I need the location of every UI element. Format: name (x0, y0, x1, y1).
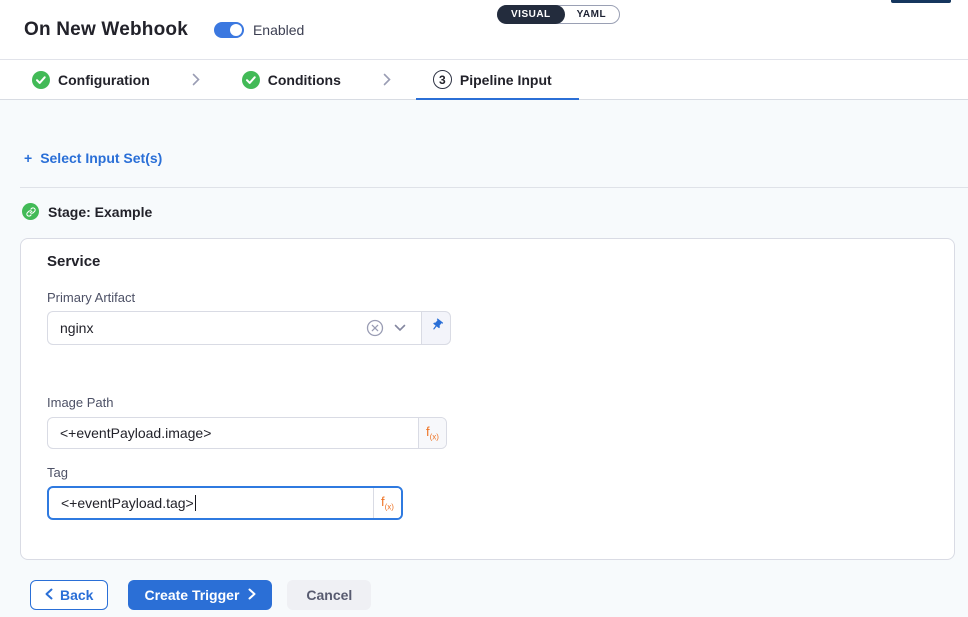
pin-button[interactable] (421, 311, 451, 345)
visual-yaml-toggle: VISUAL YAML (497, 5, 620, 24)
clear-selection-icon[interactable] (361, 319, 389, 337)
yaml-tab[interactable]: YAML (564, 5, 619, 24)
pipeline-input-card: Service Primary Artifact nginx Image Pat… (20, 238, 955, 560)
step-label: Pipeline Input (460, 72, 552, 88)
footer-actions: Back Create Trigger Cancel (30, 580, 371, 610)
image-path-value: <+eventPayload.image> (60, 425, 211, 441)
expression-fx-button[interactable]: f(x) (373, 488, 401, 518)
tag-label: Tag (47, 465, 928, 480)
text-caret (195, 495, 197, 511)
tag-value: <+eventPayload.tag> (61, 495, 194, 511)
section-divider (20, 187, 968, 188)
top-right-button-fragment[interactable] (891, 0, 951, 3)
wizard-tabbar: Configuration Conditions 3 Pipeline Inpu… (0, 59, 968, 100)
check-circle-icon (242, 71, 260, 89)
stage-label: Stage: Example (48, 204, 152, 220)
select-input-sets-link[interactable]: + Select Input Set(s) (24, 150, 162, 166)
create-trigger-button[interactable]: Create Trigger (128, 580, 272, 610)
header: On New Webhook Enabled (0, 0, 968, 59)
step-configuration[interactable]: Configuration (32, 60, 150, 100)
primary-artifact-label: Primary Artifact (47, 290, 928, 305)
chevron-right-icon (248, 587, 256, 603)
image-path-field: <+eventPayload.image> f(x) (47, 417, 447, 449)
pin-icon (429, 318, 444, 338)
cd-stage-icon (22, 203, 39, 220)
cancel-button[interactable]: Cancel (287, 580, 371, 610)
chevron-right-icon (192, 73, 200, 86)
expression-fx-button[interactable]: f(x) (418, 418, 446, 448)
step-conditions[interactable]: Conditions (242, 60, 341, 100)
step-label: Configuration (58, 72, 150, 88)
plus-icon: + (24, 150, 32, 166)
service-section-title: Service (47, 253, 928, 270)
primary-artifact-field: nginx (47, 311, 451, 345)
enabled-toggle[interactable] (214, 22, 244, 38)
stage-header: Stage: Example (22, 203, 152, 220)
visual-tab[interactable]: VISUAL (497, 5, 565, 24)
select-input-sets-label: Select Input Set(s) (40, 150, 162, 166)
page-title: On New Webhook (24, 19, 188, 41)
tag-input[interactable]: <+eventPayload.tag> (49, 488, 373, 518)
chevron-down-icon[interactable] (389, 324, 411, 332)
toggle-label: Enabled (253, 22, 304, 38)
step-label: Conditions (268, 72, 341, 88)
step-number: 3 (433, 70, 452, 89)
primary-artifact-dropdown[interactable]: nginx (47, 311, 421, 345)
check-circle-icon (32, 71, 50, 89)
create-trigger-label: Create Trigger (144, 587, 239, 603)
main-content: + Select Input Set(s) Stage: Example Ser… (0, 100, 968, 617)
image-path-input[interactable]: <+eventPayload.image> (48, 418, 418, 448)
fx-icon: f(x) (426, 425, 439, 442)
chevron-right-icon (383, 73, 391, 86)
step-pipeline-input[interactable]: 3 Pipeline Input (433, 60, 552, 100)
cancel-label: Cancel (306, 587, 352, 603)
back-button[interactable]: Back (30, 580, 108, 610)
fx-icon: f(x) (381, 495, 394, 512)
tag-field: <+eventPayload.tag> f(x) (47, 486, 403, 520)
chevron-left-icon (45, 587, 53, 603)
primary-artifact-value: nginx (60, 320, 361, 336)
image-path-label: Image Path (47, 395, 928, 410)
back-label: Back (60, 587, 93, 603)
toggle-knob (230, 24, 242, 36)
